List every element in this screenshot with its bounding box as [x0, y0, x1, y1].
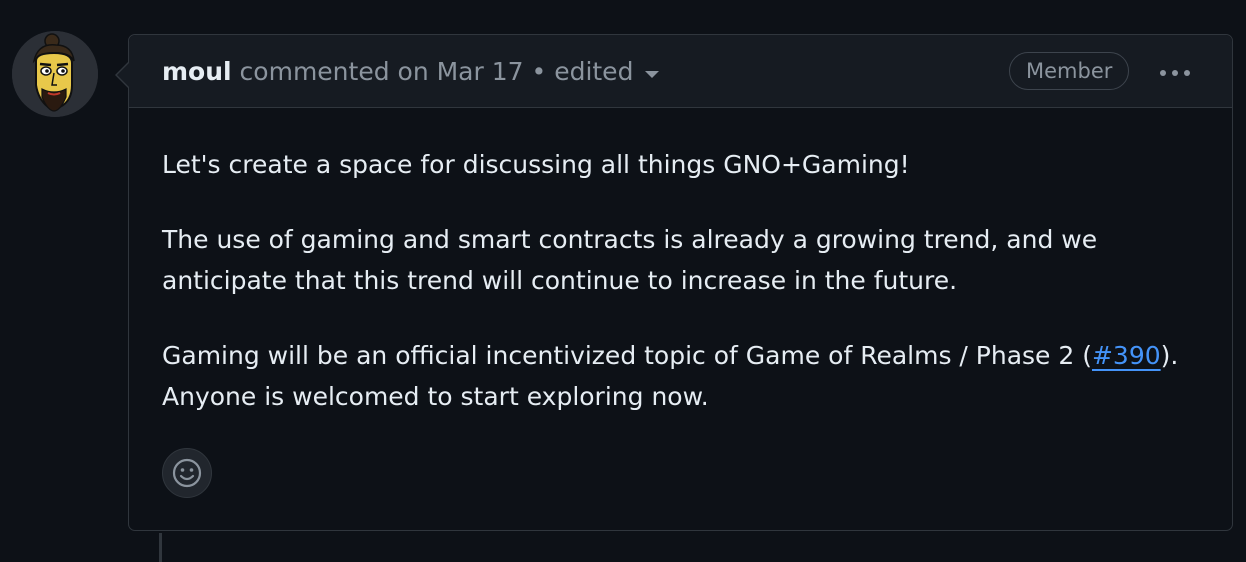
- avatar[interactable]: [12, 31, 98, 117]
- author-link[interactable]: moul: [162, 57, 232, 86]
- comment-meta: moul commented on Mar 17 • edited: [162, 55, 660, 89]
- comment-box: moul commented on Mar 17 • edited Member…: [115, 34, 1233, 531]
- meta-separator: •: [531, 57, 547, 86]
- add-reaction-button[interactable]: [162, 448, 212, 498]
- issue-link[interactable]: #390: [1092, 341, 1161, 370]
- edited-dropdown[interactable]: edited: [554, 57, 660, 86]
- triangle-down-icon: [645, 70, 660, 78]
- issue-timeline: moul commented on Mar 17 • edited Member…: [0, 0, 1246, 562]
- body-text: Gaming will be an official incentivized …: [162, 340, 1092, 370]
- dot: [1160, 70, 1166, 76]
- member-badge: Member: [1009, 52, 1130, 90]
- comment-header: moul commented on Mar 17 • edited Member: [129, 35, 1232, 108]
- body-paragraph: The use of gaming and smart contracts is…: [162, 224, 1098, 296]
- edited-label: edited: [554, 57, 634, 86]
- timeline-line: [159, 533, 162, 562]
- body-paragraph: Gaming will be an official incentivized …: [162, 335, 1199, 418]
- avatar-image: [12, 31, 98, 117]
- smiley-icon: [172, 458, 202, 488]
- kebab-horizontal-icon[interactable]: [1155, 61, 1195, 85]
- body-paragraph: Let's create a space for discussing all …: [162, 150, 910, 179]
- dot: [1172, 70, 1178, 76]
- dot: [1184, 70, 1190, 76]
- comment-pointer-fill: [117, 63, 129, 87]
- comment-timestamp[interactable]: commented on Mar 17: [240, 57, 524, 86]
- comment-body: Let's create a space for discussing all …: [129, 108, 1232, 418]
